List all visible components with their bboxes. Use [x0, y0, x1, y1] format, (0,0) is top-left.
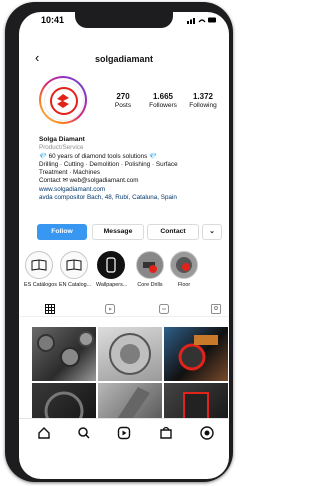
- highlight-en-catalog[interactable]: EN Catalog...: [59, 251, 92, 288]
- post-thumbnail-2[interactable]: [98, 327, 162, 381]
- reels-icon[interactable]: [116, 426, 132, 442]
- avatar[interactable]: [39, 76, 87, 124]
- reels-tab-icon[interactable]: [103, 304, 117, 314]
- status-icons: [187, 16, 217, 26]
- phone-frame: 10:41 ‹ solgadiamant 270 Posts 1.665 Fol…: [5, 2, 233, 482]
- highlight-label: Wallpapers...: [96, 282, 128, 288]
- highlight-label: EN Catalog...: [59, 282, 92, 288]
- post-thumbnail-3[interactable]: [164, 327, 228, 381]
- grid-tab-icon[interactable]: [43, 304, 57, 314]
- search-icon[interactable]: [76, 426, 92, 442]
- profile-username: solgadiamant: [94, 54, 153, 64]
- bio-contact: Contact ✉ web@solgadiamant.com: [39, 177, 139, 185]
- highlight-core-drills[interactable]: Core Drills: [135, 251, 165, 288]
- address-link[interactable]: avda compositor Bach, 48, Rubí, Cataluna…: [39, 194, 224, 202]
- highlight-es-catalogos[interactable]: ES Catálogos: [24, 251, 57, 288]
- followers-value: 1.665: [152, 92, 174, 101]
- more-options-button[interactable]: ⌄: [202, 224, 222, 240]
- post-thumbnail-1[interactable]: [32, 327, 96, 381]
- shop-icon[interactable]: [158, 426, 174, 442]
- bio-line-3: Treatment · Machines: [39, 169, 101, 177]
- posts-value: 270: [116, 92, 130, 101]
- brand-logo: [44, 81, 84, 121]
- followers-count[interactable]: 1.665 Followers: [141, 92, 185, 109]
- follow-button[interactable]: Follow: [37, 224, 87, 240]
- profile-category: Product/Service: [39, 144, 84, 152]
- posts-label: Posts: [114, 102, 132, 109]
- website-link[interactable]: www.solgadiamant.com: [39, 186, 224, 194]
- tagged-tab-icon[interactable]: [209, 304, 223, 314]
- highlight-label: ES Catálogos: [24, 282, 57, 288]
- home-icon[interactable]: [36, 426, 52, 442]
- screen: 10:41 ‹ solgadiamant 270 Posts 1.665 Fol…: [19, 12, 229, 479]
- status-time: 10:41: [41, 15, 65, 25]
- posts-count[interactable]: 270 Posts: [101, 92, 145, 109]
- profile-icon[interactable]: [199, 426, 215, 442]
- highlight-drill-thumbnail: [136, 251, 164, 279]
- profile-name: Solga Diamant: [39, 136, 85, 143]
- highlight-label: Core Drills: [137, 282, 163, 288]
- following-label: Following: [189, 102, 217, 109]
- following-count[interactable]: 1.372 Following: [181, 92, 225, 109]
- bio-line-2: Drilling · Cutting · Demolition · Polish…: [39, 160, 178, 168]
- guides-tab-icon[interactable]: [157, 304, 171, 314]
- message-button[interactable]: Message: [92, 224, 144, 240]
- highlight-floor[interactable]: Floor: [169, 251, 199, 288]
- highlight-wallpapers[interactable]: Wallpapers...: [96, 251, 128, 288]
- chevron-down-icon: ⌄: [209, 228, 215, 235]
- highlight-book-icon: [60, 251, 88, 279]
- contact-button[interactable]: Contact: [147, 224, 199, 240]
- highlight-phone-icon: [97, 251, 125, 279]
- highlight-floor-thumbnail: [170, 251, 198, 279]
- highlight-label: Floor: [177, 282, 191, 288]
- following-value: 1.372: [192, 92, 214, 101]
- bio-line-1: 💎 60 years of diamond tools solutions 💎: [39, 152, 157, 160]
- notch: [75, 12, 173, 28]
- followers-label: Followers: [149, 102, 177, 109]
- profile-bio: Solga Diamant Product/Service 💎 60 years…: [39, 136, 224, 202]
- highlight-book-icon: [25, 251, 53, 279]
